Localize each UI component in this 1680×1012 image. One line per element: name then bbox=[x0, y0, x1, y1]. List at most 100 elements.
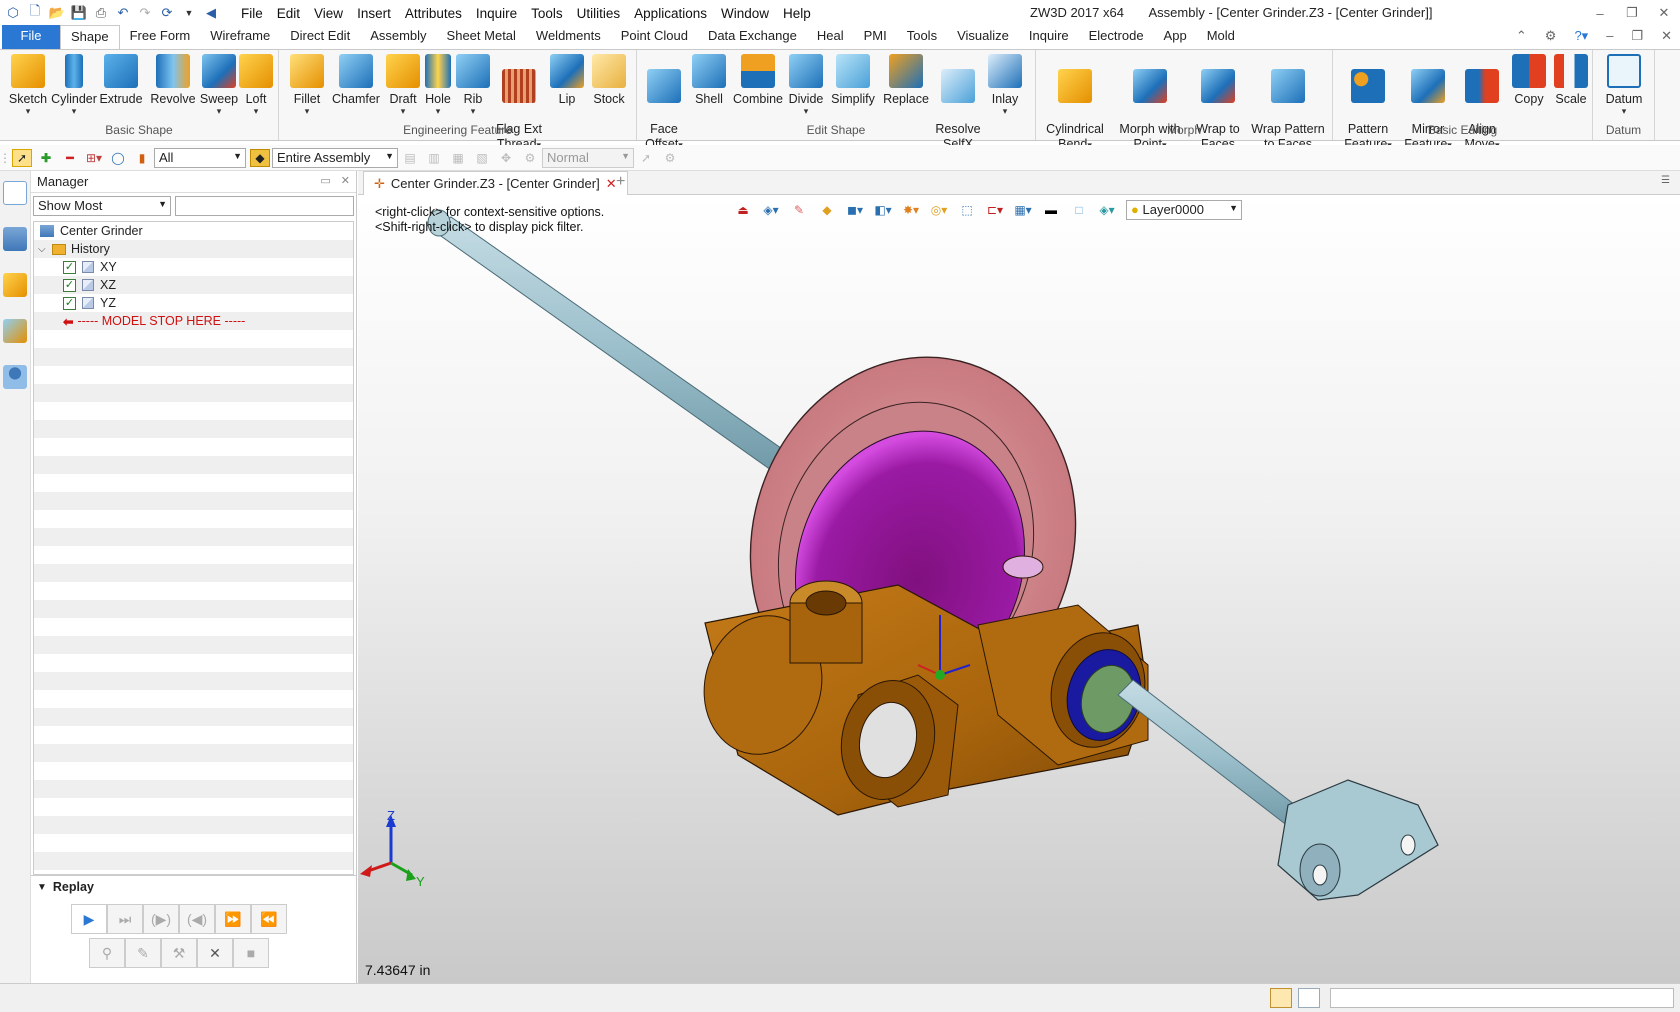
show-filter-select[interactable]: Show Most ▼ bbox=[33, 196, 171, 216]
tool-extrude[interactable]: Extrude bbox=[98, 54, 144, 107]
tab-electrode[interactable]: Electrode bbox=[1079, 25, 1154, 49]
filter-select[interactable]: All ▼ bbox=[154, 147, 246, 168]
tab-file[interactable]: File bbox=[2, 25, 60, 49]
pick-arrow-icon[interactable]: ➚ bbox=[12, 148, 32, 167]
assembly-scope-icon[interactable]: ◆ bbox=[250, 148, 270, 167]
menu-tools[interactable]: Tools bbox=[524, 6, 570, 21]
tool-sweep[interactable]: Sweep ▾ bbox=[198, 54, 240, 116]
tree-root[interactable]: Center Grinder bbox=[34, 222, 353, 240]
tree-plane-xz[interactable]: ✓ XZ bbox=[34, 276, 353, 294]
help-icon[interactable]: ?▾ bbox=[1574, 28, 1588, 44]
replay-edit-button[interactable]: ✎ bbox=[125, 938, 161, 968]
pick-option-icon-5[interactable]: ✥ bbox=[496, 149, 516, 167]
pick-option-icon-3[interactable]: ▦ bbox=[448, 149, 468, 167]
regen-icon[interactable]: ⟳ bbox=[158, 4, 176, 22]
gear-option-icon[interactable]: ⚙ bbox=[660, 149, 680, 167]
view-manager-icon[interactable] bbox=[3, 319, 27, 343]
menu-attributes[interactable]: Attributes bbox=[398, 6, 469, 21]
tool-fillet[interactable]: Fillet ▾ bbox=[285, 54, 329, 116]
tool-datum[interactable]: Datum ▾ bbox=[1601, 54, 1647, 116]
replay-stop-button[interactable]: ■ bbox=[233, 938, 269, 968]
minimize-icon[interactable]: – bbox=[1584, 0, 1616, 26]
tool-mirror-feature[interactable]: Mirror Feature▾ bbox=[1399, 54, 1457, 152]
new-tab-icon[interactable]: + bbox=[616, 173, 625, 191]
tool-sketch[interactable]: Sketch ▾ bbox=[6, 54, 50, 116]
tree-plane-yz[interactable]: ✓ YZ bbox=[34, 294, 353, 312]
tool-inlay[interactable]: Inlay ▾ bbox=[985, 54, 1025, 116]
tab-visualize[interactable]: Visualize bbox=[947, 25, 1019, 49]
mode-select[interactable]: Normal ▼ bbox=[542, 147, 634, 168]
tool-hole[interactable]: Hole ▾ bbox=[419, 54, 457, 116]
tool-loft[interactable]: Loft ▾ bbox=[236, 54, 276, 116]
ribbon-restore-icon[interactable]: ❐ bbox=[1631, 28, 1643, 44]
view-cube-icon[interactable]: ◆ bbox=[814, 200, 840, 220]
menu-insert[interactable]: Insert bbox=[350, 6, 398, 21]
tool-revolve[interactable]: Revolve bbox=[146, 54, 200, 107]
tool-rib[interactable]: Rib ▾ bbox=[455, 54, 491, 116]
tool-lip[interactable]: Lip bbox=[547, 54, 587, 107]
status-layout-icon[interactable] bbox=[1270, 988, 1292, 1008]
back-arrow-icon[interactable]: ◀ bbox=[202, 4, 220, 22]
snap-settings-icon[interactable]: ⚙ bbox=[520, 149, 540, 167]
replay-play-button[interactable]: ▶ bbox=[71, 904, 107, 934]
tool-wrap-pattern[interactable]: Wrap Pattern to Faces bbox=[1246, 54, 1330, 152]
tool-morph-with-point[interactable]: Morph with Point▾ bbox=[1112, 54, 1188, 152]
menu-utilities[interactable]: Utilities bbox=[570, 6, 628, 21]
3d-viewport[interactable]: <right-click> for context-sensitive opti… bbox=[358, 195, 1680, 983]
tool-resolve-selfx[interactable]: Resolve SelfX bbox=[931, 54, 985, 152]
layer-select[interactable]: ● Layer0000 ▼ bbox=[1126, 200, 1242, 220]
menu-help[interactable]: Help bbox=[776, 6, 818, 21]
replay-step-into-button[interactable]: (▶) bbox=[143, 904, 179, 934]
shaft-upper[interactable] bbox=[427, 209, 799, 476]
pointer-option-icon[interactable]: ➚ bbox=[636, 149, 656, 167]
tool-cylinder[interactable]: Cylinder ▾ bbox=[50, 54, 98, 116]
filter-chart-icon[interactable]: ▮ bbox=[132, 149, 152, 167]
ribbon-close-icon[interactable]: ✕ bbox=[1661, 28, 1672, 44]
redo-icon[interactable]: ↷ bbox=[136, 4, 154, 22]
ribbon-minimize-icon[interactable]: – bbox=[1606, 28, 1613, 44]
new-file-icon[interactable]: 🗋 bbox=[26, 3, 44, 22]
tool-flag-ext-thread[interactable]: Flag Ext Thread▾ bbox=[491, 54, 547, 152]
user-icon[interactable] bbox=[3, 365, 27, 389]
save-icon[interactable]: 💾 bbox=[70, 4, 88, 22]
box-pick-icon[interactable]: ⊞▾ bbox=[84, 149, 104, 167]
menu-inquire[interactable]: Inquire bbox=[469, 6, 524, 21]
collapse-chevron-icon[interactable]: ▼ bbox=[37, 882, 47, 893]
exit-icon[interactable]: ⏏ bbox=[730, 200, 756, 220]
menu-file[interactable]: File bbox=[234, 6, 270, 21]
close-panel-icon[interactable]: ✕ bbox=[341, 174, 350, 187]
pin-icon[interactable]: ▭ bbox=[320, 174, 330, 187]
assembly-tree-icon[interactable] bbox=[3, 227, 27, 251]
replay-forward-button[interactable]: ⏩ bbox=[215, 904, 251, 934]
tab-assembly[interactable]: Assembly bbox=[360, 25, 436, 49]
tab-data-exchange[interactable]: Data Exchange bbox=[698, 25, 807, 49]
zoom-fit-icon[interactable]: ⬚ bbox=[954, 200, 980, 220]
visibility-checkbox[interactable]: ✓ bbox=[63, 260, 76, 274]
menu-view[interactable]: View bbox=[307, 6, 350, 21]
tool-align-move[interactable]: Align Move▾ bbox=[1457, 54, 1507, 152]
tab-shape[interactable]: Shape bbox=[60, 25, 120, 49]
replay-rewind-button[interactable]: ⏪ bbox=[251, 904, 287, 934]
replay-step-over-button[interactable]: (◀) bbox=[179, 904, 215, 934]
tab-free-form[interactable]: Free Form bbox=[120, 25, 201, 49]
open-file-icon[interactable]: 📂 bbox=[48, 4, 66, 22]
tab-sheet-metal[interactable]: Sheet Metal bbox=[437, 25, 526, 49]
replay-cancel-button[interactable]: ✕ bbox=[197, 938, 233, 968]
explode-icon[interactable]: ✸▾ bbox=[898, 200, 924, 220]
eraser-icon[interactable]: ✎ bbox=[786, 200, 812, 220]
tab-direct-edit[interactable]: Direct Edit bbox=[280, 25, 360, 49]
clevis-bracket[interactable] bbox=[1277, 779, 1439, 901]
manager-search-input[interactable] bbox=[175, 196, 354, 216]
tab-point-cloud[interactable]: Point Cloud bbox=[611, 25, 698, 49]
collapse-ribbon-icon[interactable]: ⌃ bbox=[1516, 28, 1527, 44]
tool-chamfer[interactable]: Chamfer bbox=[329, 54, 383, 107]
customize-dropdown-icon[interactable]: ▼ bbox=[180, 4, 198, 22]
background-icon[interactable]: ▦▾ bbox=[1010, 200, 1036, 220]
tab-app[interactable]: App bbox=[1154, 25, 1197, 49]
tool-simplify[interactable]: Simplify bbox=[827, 54, 879, 107]
tool-shell[interactable]: Shell bbox=[689, 54, 729, 107]
line-color-icon[interactable]: ▬ bbox=[1038, 200, 1064, 220]
restore-icon[interactable]: ❐ bbox=[1616, 0, 1648, 26]
tool-face-offset[interactable]: Face Offset▾ bbox=[641, 54, 687, 152]
tab-tools[interactable]: Tools bbox=[897, 25, 947, 49]
